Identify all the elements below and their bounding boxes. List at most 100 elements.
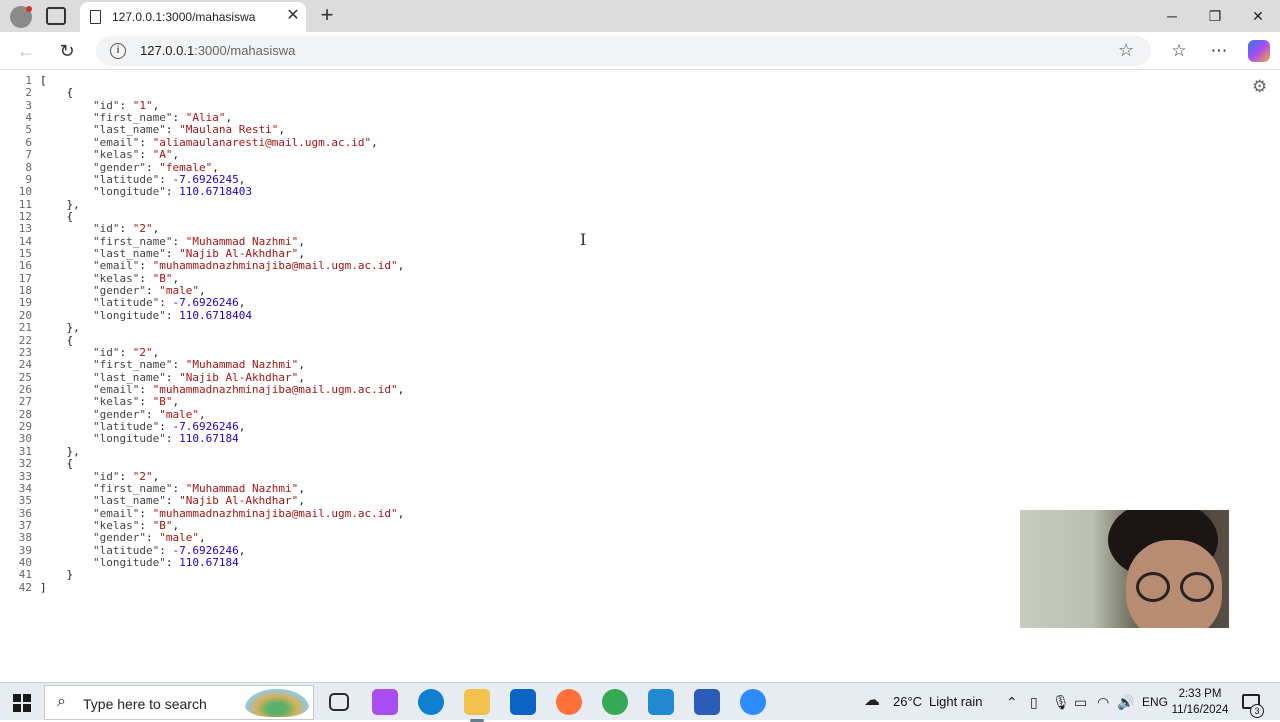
battery-icon[interactable]: ▭ [1074,694,1087,710]
file-explorer-icon[interactable] [464,689,490,722]
json-punctuation [40,358,93,371]
json-punctuation [40,173,93,186]
json-punctuation: , [298,494,305,508]
url-text[interactable]: 127.0.0.1:3000/mahasiswa [140,43,295,58]
outlook-icon[interactable] [510,689,536,715]
json-punctuation [40,284,93,297]
json-string: "male" [159,407,199,421]
json-punctuation [40,420,93,433]
volume-icon[interactable]: 🔊 [1117,694,1134,710]
line-number: 5 [25,123,32,137]
copilot-icon[interactable] [1248,40,1270,62]
json-key: "gender" [92,407,146,421]
json-punctuation [40,296,93,309]
start-windows-icon[interactable] [13,694,31,712]
json-punctuation: : [172,481,186,495]
json-punctuation: : [145,160,160,174]
new-tab-icon[interactable]: + [316,4,338,26]
task-view-icon[interactable] [329,693,349,711]
json-key: "id" [92,98,120,112]
weather-desc[interactable]: Light rain [929,683,982,721]
chrome-icon[interactable] [602,689,628,715]
json-key: "email" [92,506,140,520]
minimize-icon[interactable]: ─ [1157,4,1187,28]
json-punctuation: : [139,506,153,520]
active-tab[interactable]: 127.0.0.1:3000/mahasiswa ✕ [80,2,306,32]
json-punctuation: : [119,345,133,359]
json-string: "Muhammad Nazhmi" [185,358,299,372]
line-number: 24 [18,358,32,372]
tab-actions-icon[interactable] [46,7,66,25]
close-window-icon[interactable]: ✕ [1243,4,1273,28]
json-punctuation: : [165,308,180,322]
more-menu-icon[interactable]: ⋯ [1206,38,1232,64]
json-punctuation: , [238,172,246,186]
json-punctuation [40,482,93,495]
line-number: 7 [25,148,32,162]
json-key: "kelas" [92,148,140,162]
refresh-icon[interactable]: ↻ [54,38,80,64]
json-punctuation: , [172,518,180,532]
line-number: 3 [25,98,32,112]
json-punctuation [40,346,93,359]
microphone-icon[interactable]: 🎙 [1052,694,1070,710]
json-string: "male" [159,531,199,545]
json-string: "Muhammad Nazhmi" [185,481,299,495]
meet-now-icon[interactable]: ▯ [1030,694,1038,710]
json-key: "email" [92,135,140,149]
taskbar-search[interactable]: ⌕ Type here to search [44,685,314,720]
json-punctuation [40,432,93,445]
json-number: -7.6926246 [172,420,239,434]
json-string: "Alia" [185,111,226,125]
json-string: "Muhammad Nazhmi" [185,234,299,248]
json-punctuation: { [40,457,74,471]
json-punctuation: , [278,123,286,137]
json-string: "A" [152,148,173,162]
search-highlight-icon [245,689,309,717]
firefox-icon[interactable] [556,689,582,715]
address-bar[interactable]: i 127.0.0.1:3000/mahasiswa ☆ [96,36,1151,66]
browser-toolbar: ← ↻ i 127.0.0.1:3000/mahasiswa ☆ ☆ ⋯ [0,32,1280,70]
site-info-icon[interactable]: i [110,43,126,59]
copilot-icon[interactable] [372,689,398,715]
weather-temp[interactable]: 26°C [893,683,922,721]
clock[interactable]: 2:33 PM 11/16/2024 [1162,686,1238,718]
show-hidden-icons-icon[interactable]: ⌃ [1006,694,1018,710]
json-punctuation: , [238,543,246,557]
weather-icon[interactable]: ☁ [864,693,880,709]
json-string: "1" [132,98,153,112]
zoom-icon[interactable] [740,689,766,715]
json-punctuation [40,123,93,136]
json-key: "latitude" [92,172,160,186]
word-icon[interactable] [694,689,720,715]
json-string: "female" [159,160,213,174]
json-key: "latitude" [92,420,160,434]
json-punctuation: , [198,284,206,298]
json-key: "kelas" [92,395,140,409]
search-icon: ⌕ [57,693,66,710]
json-punctuation: , [225,111,233,125]
wifi-icon[interactable]: ◠ [1097,694,1109,710]
json-punctuation: : [119,222,133,236]
json-punctuation [40,470,93,483]
line-number: 8 [25,160,32,174]
line-number: 4 [25,111,32,125]
favorite-star-icon[interactable]: ☆ [1118,40,1134,61]
back-icon[interactable]: ← [13,38,39,64]
line-number: 13 [18,222,32,236]
profile-icon[interactable] [10,6,32,28]
favorites-icon[interactable]: ☆ [1166,38,1192,64]
json-line: 41 } [0,569,404,582]
json-punctuation: : [145,284,160,298]
settings-gear-icon[interactable]: ⚙ [1252,77,1267,97]
edge-icon[interactable] [418,689,444,715]
vscode-icon[interactable] [648,689,674,715]
json-key: "first_name" [92,111,173,125]
json-key: "last_name" [92,370,166,384]
json-punctuation [40,185,93,198]
tab-close-icon[interactable]: ✕ [284,7,302,25]
json-number: -7.6926246 [172,543,239,557]
json-string: "B" [152,271,173,285]
json-punctuation: , [238,420,246,434]
restore-icon[interactable]: ❐ [1200,4,1230,28]
